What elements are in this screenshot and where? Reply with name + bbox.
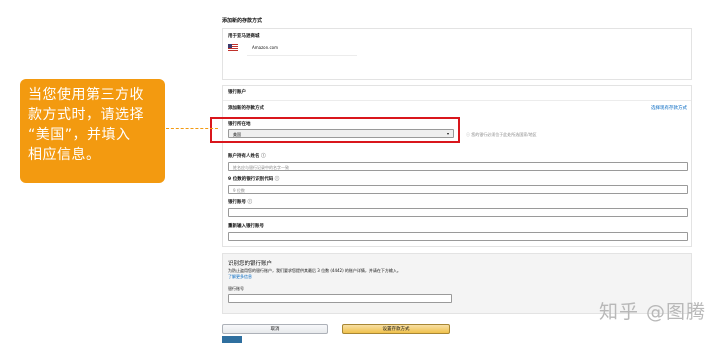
us-flag-icon	[228, 44, 238, 51]
identify-field-label: 银行账号	[228, 286, 244, 291]
identify-heading: 识别您的银行账户	[228, 261, 273, 267]
marketplace-panel: 用于亚马逊商城 Amazon.com	[222, 28, 692, 80]
select-existing-method-link[interactable]: 选择现有存款方式	[651, 106, 687, 112]
submit-button[interactable]: 设置存款方式	[342, 324, 450, 334]
divider	[223, 100, 691, 101]
callout-line: 相应信息。	[28, 147, 101, 163]
holder-label: 账户持有人姓名 ⓘ	[228, 154, 266, 159]
page-title: 添加新的存款方式	[222, 18, 263, 24]
confirm-account-label: 重新输入银行账号	[228, 224, 264, 229]
country-note: ⓘ 您的银行必须位于此处所选国家/地区	[466, 132, 537, 137]
identify-account-input[interactable]	[228, 294, 452, 303]
account-number-label: 银行账号 ⓘ	[228, 200, 253, 205]
info-icon: ⓘ	[259, 154, 266, 159]
routing-label: 9 位数的银行识别代码 ⓘ	[228, 177, 280, 182]
bank-account-panel: 银行账户 添加新的存款方式 选择现有存款方式 银行所在地 美国 ▾ ⓘ 您的银行…	[222, 85, 692, 247]
holder-name-input[interactable]: 姓名应与银行记录中的名字一致	[228, 162, 688, 171]
learn-more-link[interactable]: 了解更多信息	[228, 274, 252, 279]
info-icon: ⓘ	[273, 177, 280, 182]
divider	[247, 55, 357, 56]
account-number-input[interactable]	[228, 208, 688, 217]
callout-connector	[166, 128, 218, 129]
cancel-button[interactable]: 取消	[222, 324, 328, 334]
feedback-tab[interactable]	[222, 336, 242, 343]
callout-line: 当您使用第三方收	[28, 87, 144, 103]
country-highlight	[210, 117, 460, 143]
marketplace-name: Amazon.com	[252, 45, 278, 50]
routing-number-input[interactable]: 9 位数	[228, 185, 688, 194]
info-icon: ⓘ	[246, 200, 253, 205]
callout-line: 款方式时，请选择	[28, 107, 144, 123]
callout-line: “美国”，并填入	[28, 127, 131, 143]
instruction-callout: 当您使用第三方收 款方式时，请选择 “美国”，并填入 相应信息。	[20, 79, 165, 183]
bank-section-heading: 银行账户	[228, 90, 246, 95]
identify-description: 为防止盗用您的银行账户，我们要求您提供其最后 3 位数 (4442) 的账户详情…	[228, 268, 401, 273]
bank-section-subheading: 添加新的存款方式	[228, 106, 264, 111]
watermark: 知乎 @图腾	[598, 301, 706, 323]
confirm-account-input[interactable]	[228, 232, 688, 241]
marketplace-heading: 用于亚马逊商城	[228, 34, 260, 39]
